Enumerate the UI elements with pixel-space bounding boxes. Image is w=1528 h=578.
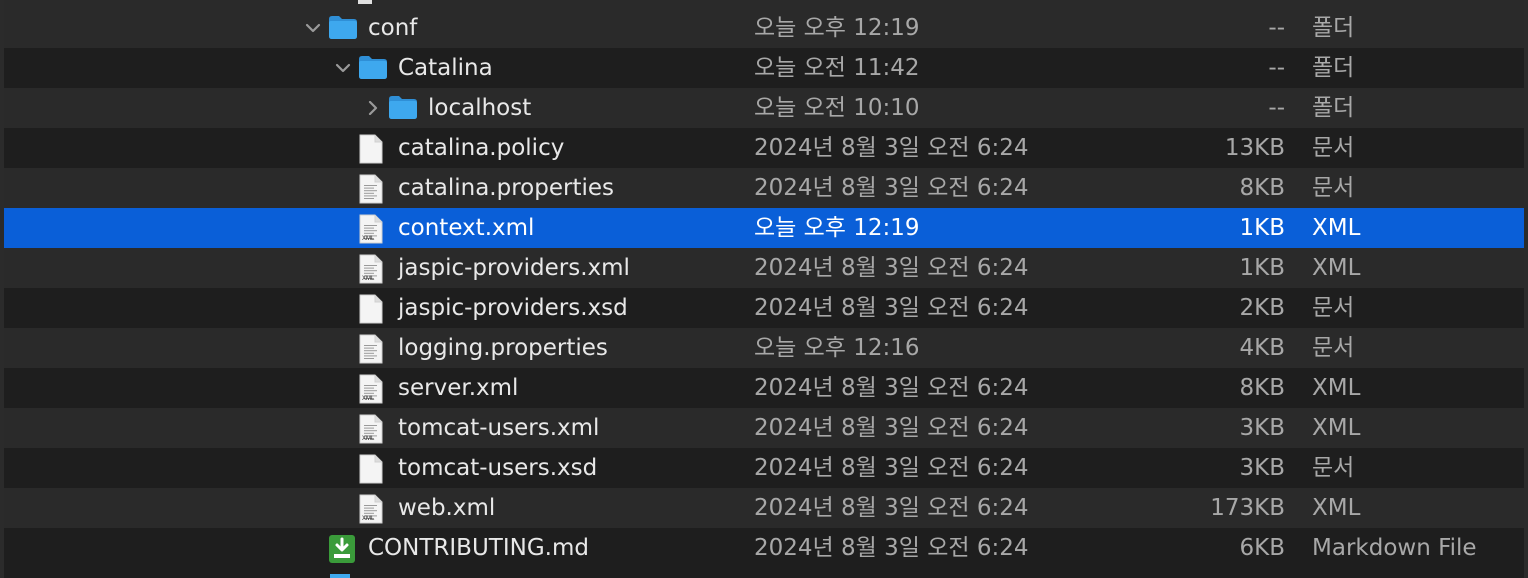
date-modified: 2024년 8월 3일 오전 6:24 (754, 415, 1029, 441)
xml-file-icon: XML (358, 368, 386, 408)
date-modified: 2024년 8월 3일 오전 6:24 (754, 175, 1029, 201)
chevron-down-icon[interactable] (332, 48, 352, 88)
file-name: logging.properties (398, 335, 608, 361)
file-size: 1KB (1239, 215, 1286, 241)
folder-icon (388, 88, 417, 128)
date-modified: 2024년 8월 3일 오전 6:24 (754, 135, 1029, 161)
file-row-jaspic-providers-xsd[interactable]: jaspic-providers.xsd 2024년 8월 3일 오전 6:24… (4, 288, 1524, 328)
file-row-logging-properties[interactable]: logging.properties 오늘 오후 12:16 4KB 문서 (4, 328, 1524, 368)
date-modified: 2024년 8월 3일 오전 6:24 (754, 255, 1029, 281)
file-kind: 문서 (1312, 335, 1355, 361)
date-modified: 오늘 오후 12:19 (754, 15, 920, 41)
file-name: CONTRIBUTING.md (368, 535, 589, 561)
xml-badge-label: XML (362, 396, 375, 402)
file-row-catalina-properties[interactable]: catalina.properties 2024년 8월 3일 오전 6:24 … (4, 168, 1524, 208)
file-size: -- (1268, 55, 1285, 81)
date-modified: 2024년 8월 3일 오전 6:24 (754, 375, 1029, 401)
date-modified: 오늘 오후 12:16 (754, 335, 920, 361)
file-name: catalina.policy (398, 135, 565, 161)
text-file-icon (358, 328, 386, 368)
file-row-catalina[interactable]: Catalina 오늘 오전 11:42 -- 폴더 (4, 48, 1524, 88)
text-file-icon (358, 168, 386, 208)
file-name: conf (368, 15, 418, 41)
xml-file-icon: XML (358, 208, 386, 248)
file-row-jaspic-providers-xml[interactable]: XML jaspic-providers.xml 2024년 8월 3일 오전 … (4, 248, 1524, 288)
file-size: 173KB (1210, 495, 1285, 521)
file-name: tomcat-users.xml (398, 415, 600, 441)
document-icon (358, 448, 386, 488)
next-row-partial (4, 568, 1524, 578)
file-kind: XML (1312, 415, 1361, 441)
file-row-localhost[interactable]: localhost 오늘 오전 10:10 -- 폴더 (4, 88, 1524, 128)
file-row-server-xml[interactable]: XML server.xml 2024년 8월 3일 오전 6:24 8KB X… (4, 368, 1524, 408)
file-row-tomcat-users-xml[interactable]: XML tomcat-users.xml 2024년 8월 3일 오전 6:24… (4, 408, 1524, 448)
file-name: jaspic-providers.xsd (398, 295, 628, 321)
date-modified: 2024년 8월 3일 오전 6:24 (754, 295, 1029, 321)
file-kind: Markdown File (1312, 535, 1477, 561)
xml-badge-label: XML (362, 436, 375, 442)
folder-icon (358, 48, 387, 88)
xml-badge-label: XML (362, 276, 375, 282)
file-row-catalina-policy[interactable]: catalina.policy 2024년 8월 3일 오전 6:24 13KB… (4, 128, 1524, 168)
date-modified: 2024년 8월 3일 오전 6:24 (754, 455, 1029, 481)
file-kind: XML (1312, 495, 1361, 521)
date-modified: 2024년 8월 3일 오전 6:24 (754, 535, 1029, 561)
file-size: 13KB (1224, 135, 1285, 161)
file-size: -- (1268, 15, 1285, 41)
file-size: -- (1268, 95, 1285, 121)
window-frame-right (1524, 0, 1528, 578)
date-modified: 오늘 오전 11:42 (754, 55, 920, 81)
file-size: 3KB (1239, 415, 1286, 441)
file-kind: 문서 (1312, 135, 1355, 161)
file-row-context-xml[interactable]: XML context.xml 오늘 오후 12:19 1KB XML (4, 208, 1524, 248)
file-kind: 폴더 (1312, 15, 1355, 41)
file-row-tomcat-users-xsd[interactable]: tomcat-users.xsd 2024년 8월 3일 오전 6:24 3KB… (4, 448, 1524, 488)
file-list[interactable]: conf 오늘 오후 12:19 -- 폴더 Catalina 오늘 오전 11… (4, 8, 1524, 568)
file-name: context.xml (398, 215, 535, 241)
file-row-web-xml[interactable]: XML web.xml 2024년 8월 3일 오전 6:24 173KB XM… (4, 488, 1524, 528)
file-kind: 문서 (1312, 295, 1355, 321)
file-row-contributing-md[interactable]: CONTRIBUTING.md 2024년 8월 3일 오전 6:24 6KB … (4, 528, 1524, 568)
xml-badge-label: XML (362, 516, 375, 522)
file-name: tomcat-users.xsd (398, 455, 598, 481)
file-kind: XML (1312, 255, 1361, 281)
xml-badge-label: XML (362, 236, 375, 242)
folder-icon (328, 8, 357, 48)
document-icon (358, 288, 386, 328)
markdown-file-icon (328, 528, 356, 568)
file-kind: 문서 (1312, 175, 1355, 201)
file-kind: 폴더 (1312, 95, 1355, 121)
file-name: catalina.properties (398, 175, 614, 201)
file-name: jaspic-providers.xml (398, 255, 630, 281)
previous-row-partial (4, 0, 1524, 8)
file-kind: XML (1312, 375, 1361, 401)
chevron-down-icon[interactable] (302, 8, 322, 48)
file-size: 4KB (1239, 335, 1286, 361)
file-size: 2KB (1239, 295, 1286, 321)
date-modified: 2024년 8월 3일 오전 6:24 (754, 495, 1029, 521)
file-name: server.xml (398, 375, 519, 401)
file-name: localhost (428, 95, 532, 121)
file-size: 3KB (1239, 455, 1286, 481)
file-size: 8KB (1239, 175, 1286, 201)
xml-file-icon: XML (358, 488, 386, 528)
xml-file-icon: XML (358, 248, 386, 288)
file-kind: XML (1312, 215, 1361, 241)
file-size: 8KB (1239, 375, 1286, 401)
document-icon (358, 128, 386, 168)
file-row-conf[interactable]: conf 오늘 오후 12:19 -- 폴더 (4, 8, 1524, 48)
date-modified: 오늘 오후 12:19 (754, 215, 920, 241)
file-size: 6KB (1239, 535, 1286, 561)
file-kind: 폴더 (1312, 55, 1355, 81)
file-size: 1KB (1239, 255, 1286, 281)
file-kind: 문서 (1312, 455, 1355, 481)
xml-file-icon: XML (358, 408, 386, 448)
chevron-right-icon[interactable] (362, 88, 382, 128)
file-name: web.xml (398, 495, 496, 521)
date-modified: 오늘 오전 10:10 (754, 95, 920, 121)
file-name: Catalina (398, 55, 493, 81)
